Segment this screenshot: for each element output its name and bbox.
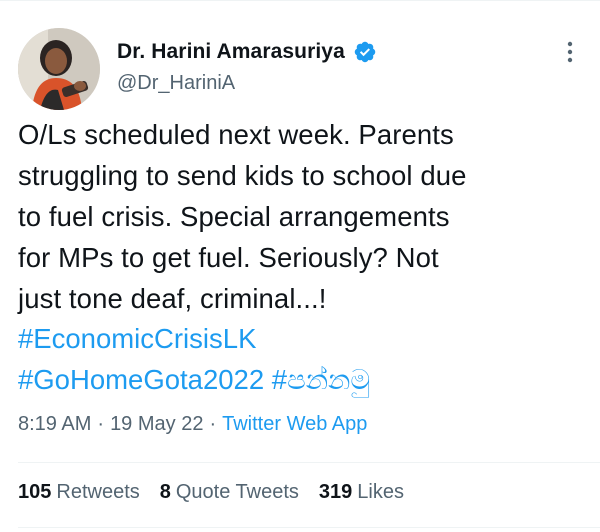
quote-tweets-label: Quote Tweets: [175, 481, 299, 503]
more-options-button[interactable]: [556, 36, 584, 68]
retweets-stat[interactable]: 105 Retweets: [18, 481, 140, 504]
avatar-photo: [18, 28, 100, 110]
stats-top-divider: [18, 462, 600, 463]
author-avatar[interactable]: [18, 28, 100, 110]
verified-badge-icon: [353, 40, 377, 64]
retweets-label: Retweets: [56, 481, 140, 503]
hashtag-link[interactable]: #GoHomeGota2022: [18, 364, 264, 395]
tweet-meta: 8:19 AM · 19 May 22 · Twitter Web App: [18, 413, 367, 436]
quote-tweets-stat[interactable]: 8 Quote Tweets: [160, 481, 299, 504]
likes-label: Likes: [357, 481, 404, 503]
top-divider: [0, 0, 600, 1]
tweet-date[interactable]: 19 May 22: [110, 413, 203, 436]
tweet-text: O/Ls scheduled next week. Parents strugg…: [18, 119, 467, 314]
author-display-name[interactable]: Dr. Harini Amarasuriya: [117, 40, 345, 64]
tweet-hashtags: #EconomicCrisisLK #GoHomeGota2022 #පන්නම…: [18, 318, 588, 400]
more-dots-icon: [567, 41, 573, 63]
meta-separator: ·: [97, 413, 105, 435]
likes-count: 319: [318, 481, 353, 503]
author-name-row[interactable]: Dr. Harini Amarasuriya: [117, 37, 377, 67]
author-handle[interactable]: @Dr_HariniA: [117, 72, 235, 95]
hashtag-link[interactable]: #පන්නමු: [272, 364, 370, 395]
meta-separator: ·: [209, 413, 217, 435]
tweet-source-link[interactable]: Twitter Web App: [222, 413, 367, 436]
likes-stat[interactable]: 319 Likes: [319, 481, 404, 504]
hashtag-link[interactable]: #EconomicCrisisLK: [18, 323, 256, 354]
tweet-time[interactable]: 8:19 AM: [18, 413, 91, 436]
retweets-count: 105: [18, 481, 52, 503]
quote-tweets-count: 8: [159, 481, 171, 503]
stats-bottom-divider: [18, 527, 600, 528]
tweet-stats: 105 Retweets 8 Quote Tweets 319 Likes: [18, 481, 424, 504]
